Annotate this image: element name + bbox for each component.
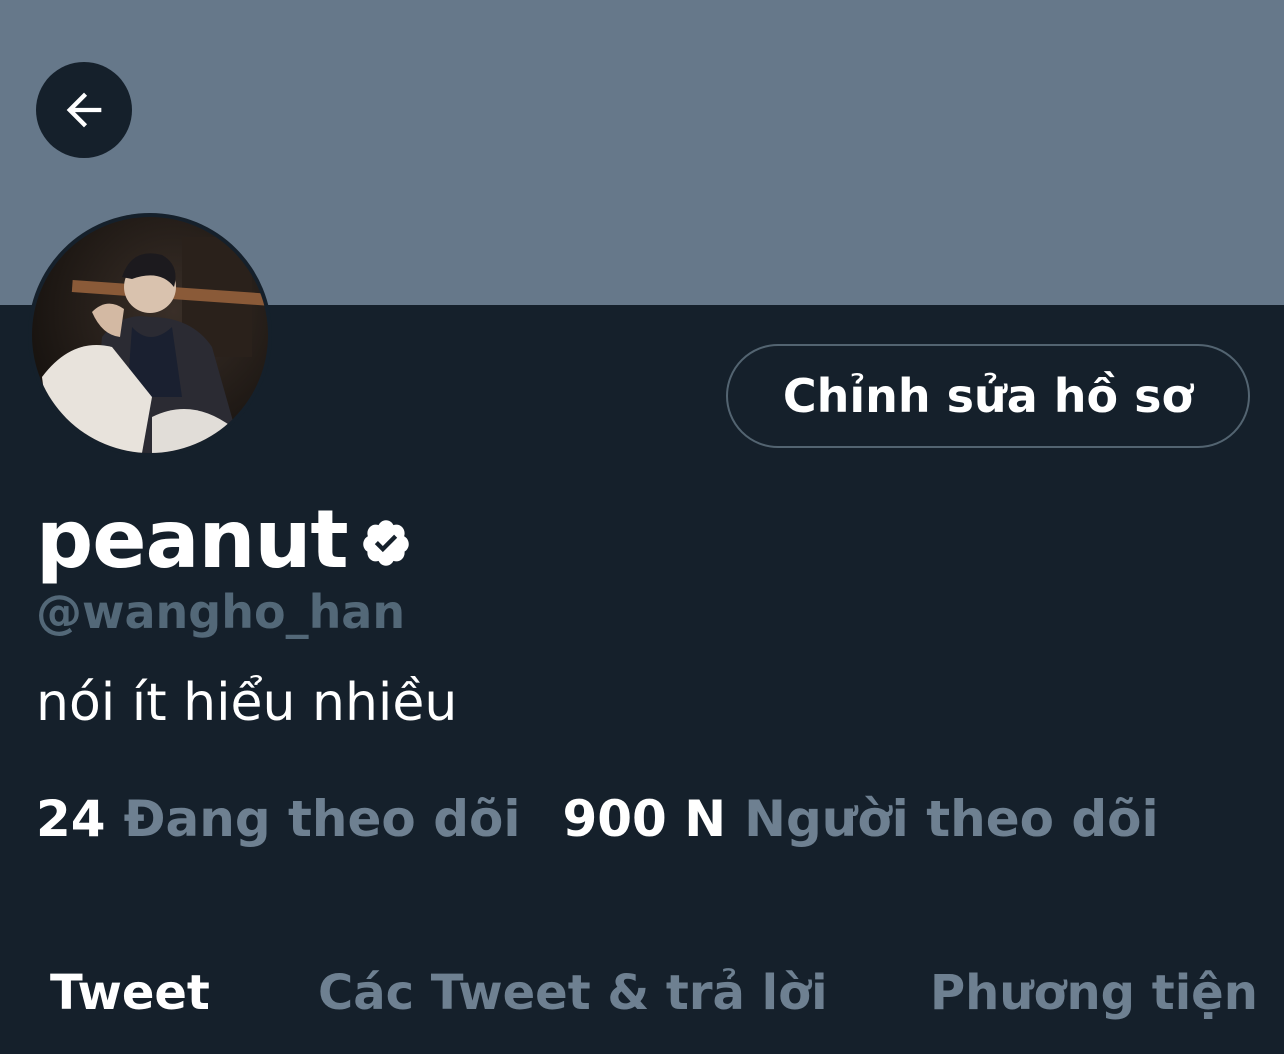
arrow-left-icon [66,92,102,128]
verified-badge-icon [362,520,409,566]
following-label: Đang theo dõi [123,790,521,848]
avatar-photo [32,217,268,453]
tab-tweets[interactable]: Tweet [50,965,210,1021]
tab-tweets-and-replies[interactable]: Các Tweet & trả lời [318,965,828,1021]
display-name: peanut [36,493,349,586]
followers-stat[interactable]: 900 N Người theo dõi [562,790,1158,848]
display-name-row: peanut [36,495,412,585]
following-count: 24 [36,790,106,848]
follow-stats: 24 Đang theo dõi 900 N Người theo dõi [36,790,1159,848]
following-stat[interactable]: 24 Đang theo dõi [36,790,520,848]
followers-count: 900 N [562,790,727,848]
profile-tabs: Tweet Các Tweet & trả lời Phương tiện [0,965,1284,1054]
avatar[interactable] [28,213,272,457]
tab-media[interactable]: Phương tiện [930,965,1258,1021]
followers-label: Người theo dõi [744,790,1159,848]
profile-bio: nói ít hiểu nhiều [36,673,458,733]
edit-profile-button[interactable]: Chỉnh sửa hồ sơ [726,344,1250,448]
back-button[interactable] [36,62,132,158]
user-handle: @wangho_han [36,585,406,639]
